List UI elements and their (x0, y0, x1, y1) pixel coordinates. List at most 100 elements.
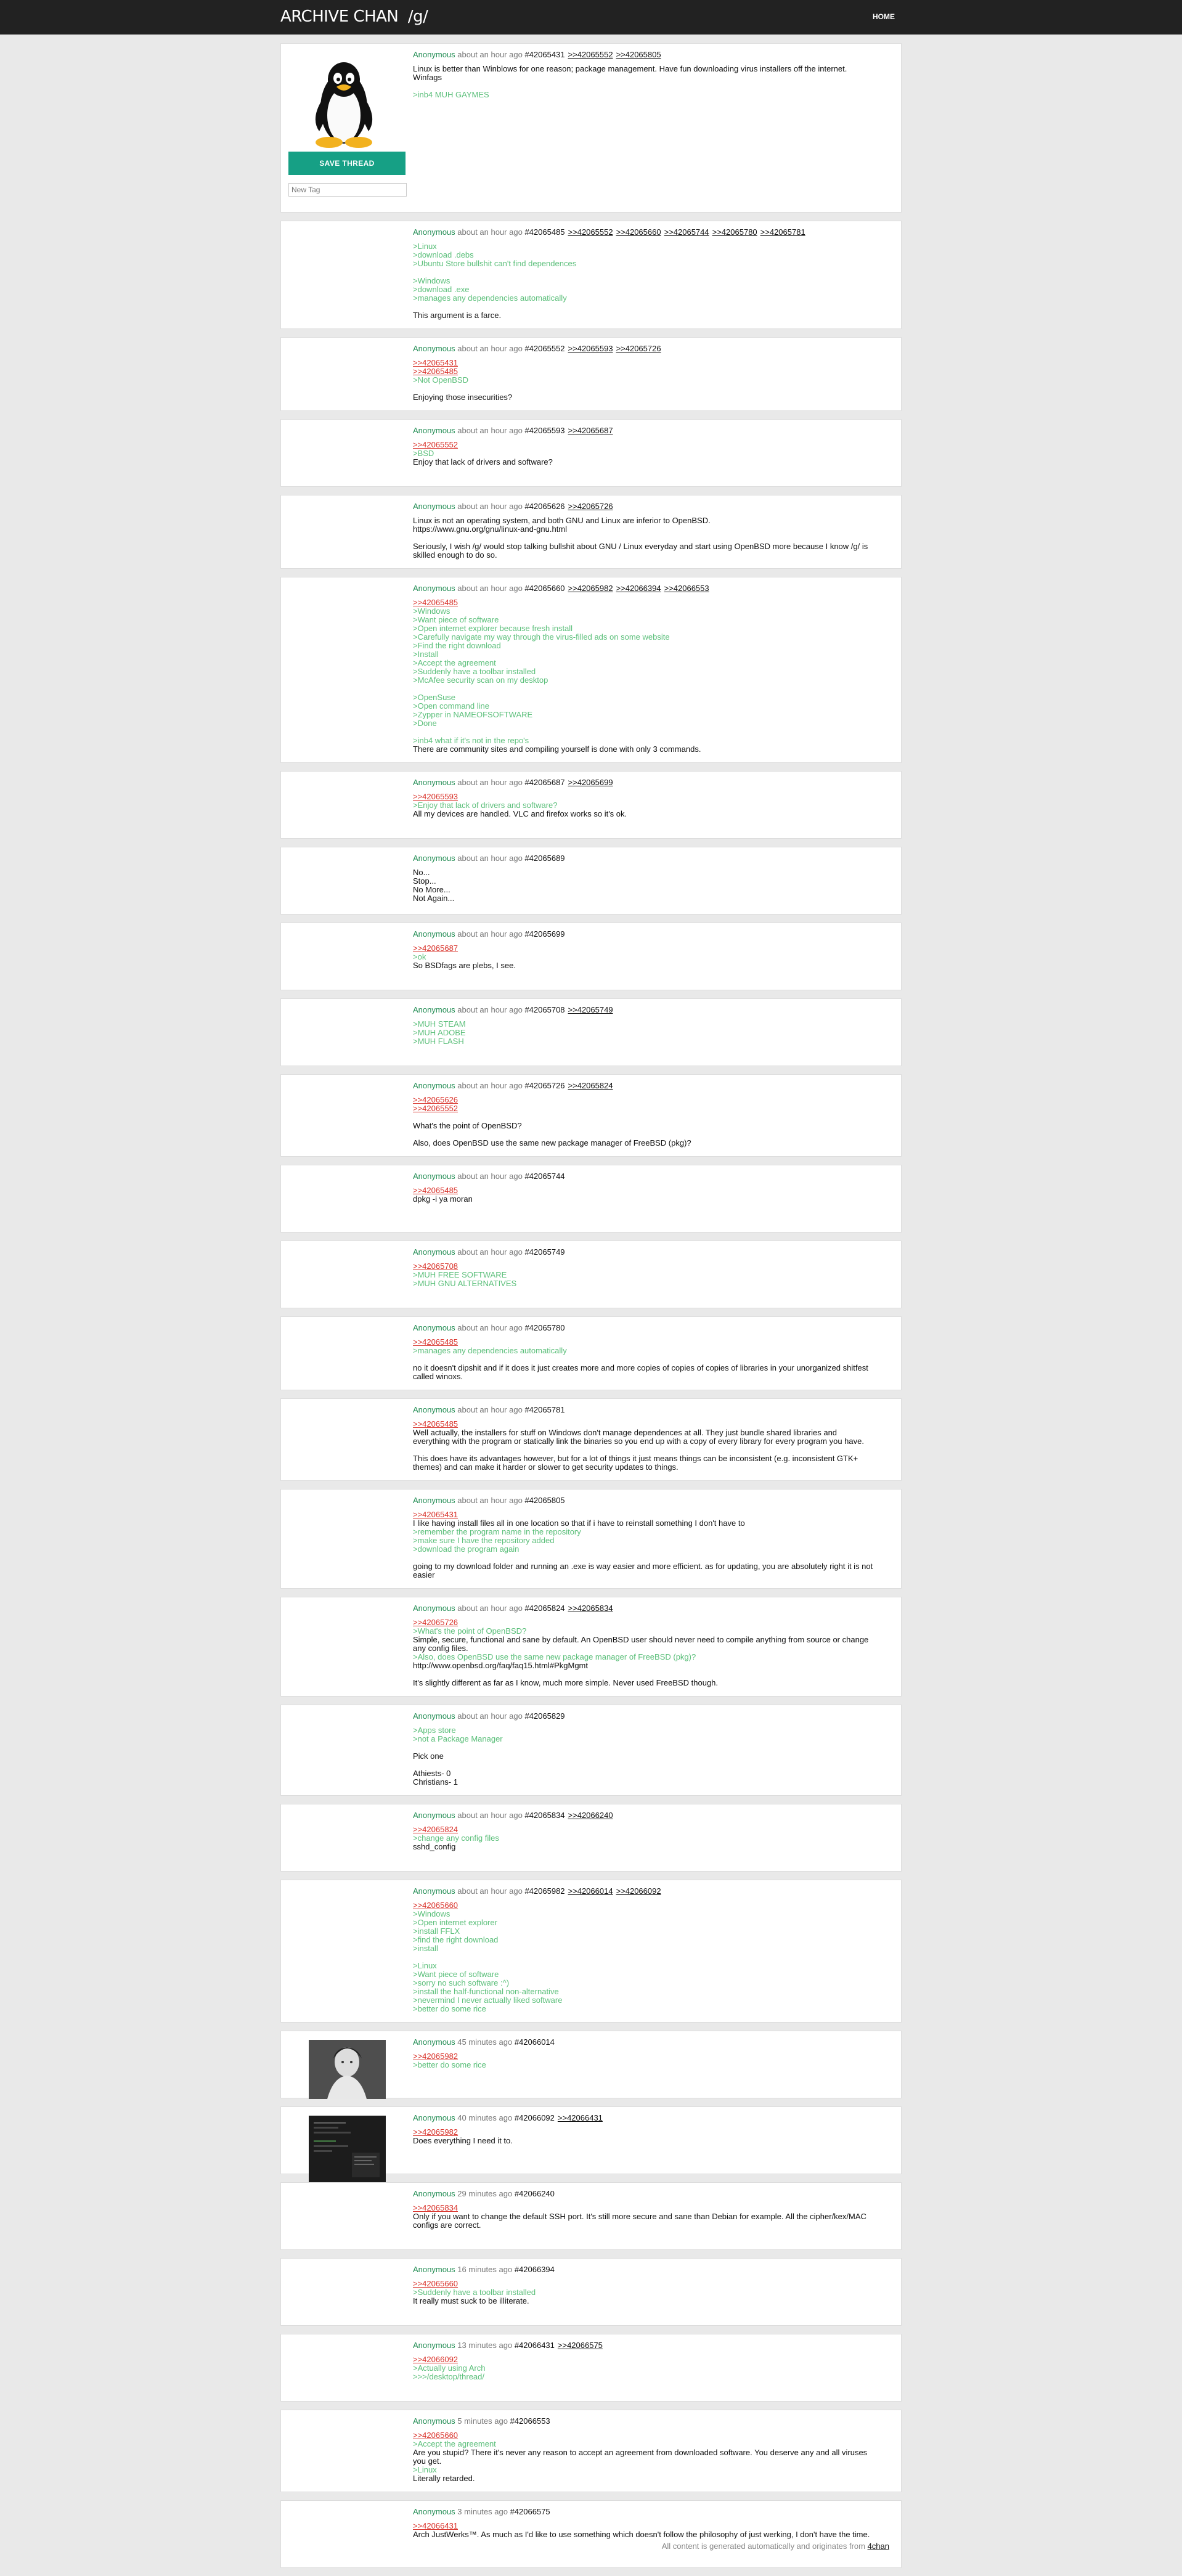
quote-link[interactable]: >>42065834 (413, 2204, 894, 2212)
greentext: >MUH GNU ALTERNATIVES (413, 1279, 517, 1288)
post-number[interactable]: #42065780 (524, 1323, 565, 1332)
post-number[interactable]: #42066240 (515, 2189, 555, 2198)
post-time: about an hour ago (457, 1711, 523, 1721)
quote-link[interactable]: >>42065552 (413, 1104, 894, 1113)
reply-link[interactable]: >>42066014 (568, 1886, 613, 1896)
post-number[interactable]: #42065593 (524, 426, 565, 435)
post-author: Anonymous (413, 2341, 455, 2350)
post-number[interactable]: #42065699 (524, 929, 565, 939)
greentext: >Want piece of software (413, 615, 499, 624)
post: Anonymous about an hour ago #42065982 >>4… (280, 1880, 902, 2023)
post-number[interactable]: #42065824 (524, 1604, 565, 1613)
quote-link[interactable]: >>42066431 (413, 2522, 894, 2530)
post-number[interactable]: #42065805 (524, 1496, 565, 1505)
post-number[interactable]: #42065726 (524, 1081, 565, 1090)
reply-link[interactable]: >>42065552 (568, 50, 613, 59)
post-number[interactable]: #42066092 (515, 2113, 555, 2122)
quote-link[interactable]: >>42065552 (413, 441, 894, 449)
post-text: Winfags (413, 73, 442, 82)
quote-link[interactable]: >>42065485 (413, 1338, 894, 1347)
reply-link[interactable]: >>42065726 (616, 344, 661, 353)
reply-link[interactable]: >>42066431 (558, 2113, 603, 2122)
reply-link[interactable]: >>42066240 (568, 1811, 613, 1820)
reply-link[interactable]: >>42066553 (664, 584, 709, 593)
quote-link[interactable]: >>42065726 (413, 1618, 894, 1627)
reply-link[interactable]: >>42066394 (616, 584, 661, 593)
post-number[interactable]: #42065744 (524, 1172, 565, 1181)
reply-link[interactable]: >>42065780 (712, 227, 757, 237)
quote-link[interactable]: >>42065485 (413, 367, 894, 376)
source-link[interactable]: 4chan (868, 2541, 889, 2551)
quote-link[interactable]: >>42065708 (413, 1262, 894, 1271)
quote-link[interactable]: >>42065485 (413, 1420, 894, 1429)
reply-link[interactable]: >>42065749 (568, 1005, 613, 1014)
quote-link[interactable]: >>42066092 (413, 2355, 894, 2364)
reply-link[interactable]: >>42066575 (558, 2341, 603, 2350)
reply-link[interactable]: >>42065781 (760, 227, 805, 237)
post-number[interactable]: #42066014 (515, 2037, 555, 2047)
post-text: Athiests- 0 (413, 1769, 451, 1778)
post-text: What's the point of OpenBSD? (413, 1121, 522, 1130)
greentext: >MUH FREE SOFTWARE (413, 1270, 507, 1279)
reply-link[interactable]: >>42065726 (568, 502, 613, 511)
quote-link[interactable]: >>42065982 (413, 2052, 894, 2061)
post-number[interactable]: #42065708 (524, 1005, 565, 1014)
quote-link[interactable]: >>42065431 (413, 1510, 894, 1519)
new-tag-input[interactable] (288, 183, 407, 197)
home-link[interactable]: HOME (873, 12, 895, 21)
post-number[interactable]: #42065781 (524, 1405, 565, 1414)
reply-link[interactable]: >>42065824 (568, 1081, 613, 1090)
reply-link[interactable]: >>42065834 (568, 1604, 613, 1613)
post-number[interactable]: #42066553 (510, 2416, 550, 2426)
reply-link[interactable]: >>42065552 (568, 227, 613, 237)
post: Anonymous about an hour ago #42065485 >>4… (280, 221, 902, 329)
quote-link[interactable]: >>42065485 (413, 598, 894, 607)
quote-link[interactable]: >>42065660 (413, 1901, 894, 1910)
greentext: >make sure I have the repository added (413, 1536, 555, 1545)
quote-link[interactable]: >>42065485 (413, 1186, 894, 1195)
post-number[interactable]: #42066431 (515, 2341, 555, 2350)
post-number[interactable]: #42065485 (524, 227, 565, 237)
reply-link[interactable]: >>42065660 (616, 227, 661, 237)
post-number[interactable]: #42065829 (524, 1711, 565, 1721)
post-number[interactable]: #42065626 (524, 502, 565, 511)
reply-link[interactable]: >>42065805 (616, 50, 661, 59)
post-meta: Anonymous about an hour ago #42065431 >>4… (413, 50, 894, 60)
post-number[interactable]: #42065687 (524, 778, 565, 787)
post-number[interactable]: #42065552 (524, 344, 565, 353)
quote-link[interactable]: >>42065626 (413, 1096, 894, 1104)
save-thread-button[interactable]: SAVE THREAD (288, 152, 406, 175)
reply-link[interactable]: >>42065982 (568, 584, 613, 593)
reply-link[interactable]: >>42065699 (568, 778, 613, 787)
post-text: no it doesn't dipshit and if it does it … (413, 1363, 868, 1372)
post-time: 13 minutes ago (457, 2341, 513, 2350)
reply-link[interactable]: >>42065593 (568, 344, 613, 353)
post-time: about an hour ago (457, 1172, 523, 1181)
post-number[interactable]: #42065431 (524, 50, 565, 59)
post-number[interactable]: #42066394 (515, 2265, 555, 2274)
post-number[interactable]: #42066575 (510, 2507, 550, 2516)
quote-link[interactable]: >>42065660 (413, 2280, 894, 2288)
greentext: >install (413, 1944, 438, 1953)
post-number[interactable]: #42065689 (524, 854, 565, 863)
post-number[interactable]: #42065834 (524, 1811, 565, 1820)
reply-link[interactable]: >>42066092 (616, 1886, 661, 1896)
post-number[interactable]: #42065749 (524, 1247, 565, 1257)
post-text: Literally retarded. (413, 2474, 475, 2483)
reply-link[interactable]: >>42065687 (568, 426, 613, 435)
quote-link[interactable]: >>42065593 (413, 793, 894, 801)
post-number[interactable]: #42065660 (524, 584, 565, 593)
post: Anonymous 16 minutes ago #42066394 >>4206… (280, 2258, 902, 2326)
quote-link[interactable]: >>42065982 (413, 2128, 894, 2137)
post-number[interactable]: #42065982 (524, 1886, 565, 1896)
quote-link[interactable]: >>42065824 (413, 1825, 894, 1834)
reply-link[interactable]: >>42065744 (664, 227, 709, 237)
post-image[interactable] (288, 51, 399, 150)
quote-link[interactable]: >>42065660 (413, 2431, 894, 2440)
post-thumbnail[interactable] (309, 2040, 386, 2099)
quote-link[interactable]: >>42065687 (413, 944, 894, 953)
site-logo[interactable]: ARCHIVE CHAN /g/ (280, 5, 428, 28)
quote-link[interactable]: >>42065431 (413, 359, 894, 367)
